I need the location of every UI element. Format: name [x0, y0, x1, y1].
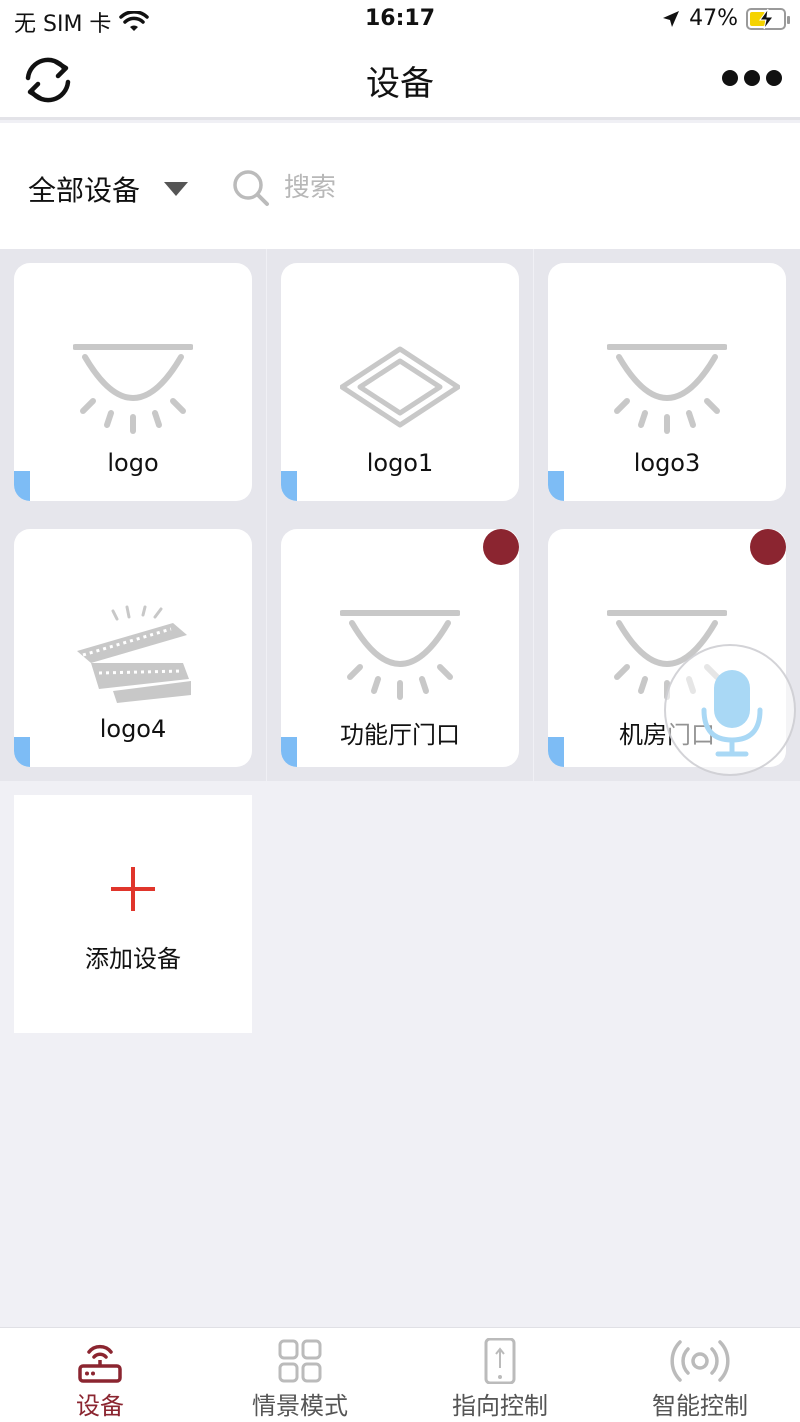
broadcast-icon — [670, 1340, 730, 1382]
device-cell: logo3 — [534, 249, 800, 515]
device-cell: logo1 — [267, 249, 533, 515]
location-arrow-icon — [663, 10, 680, 27]
tab-devices[interactable]: 设备 — [0, 1328, 200, 1422]
ceiling-light-icon — [73, 344, 193, 434]
tab-label: 智能控制 — [652, 1392, 748, 1420]
page-title: 设备 — [366, 64, 434, 104]
device-label: 功能厅门口 — [340, 721, 460, 749]
search-input[interactable] — [284, 173, 584, 203]
add-device-button[interactable]: 添加设备 — [14, 795, 252, 1033]
plus-icon — [111, 867, 155, 911]
device-filter-dropdown[interactable]: 全部设备 — [28, 169, 189, 209]
ceiling-light-icon — [340, 610, 460, 700]
voice-input-button[interactable] — [664, 644, 796, 776]
device-card[interactable]: 功能厅门口 — [281, 529, 519, 767]
microphone-icon — [701, 670, 763, 757]
search-icon — [233, 170, 269, 206]
battery-icon — [746, 7, 790, 30]
device-card[interactable]: logo1 — [281, 263, 519, 501]
phone-point-icon — [484, 1338, 516, 1384]
device-label: logo — [107, 449, 159, 477]
tab-label: 指向控制 — [452, 1392, 548, 1420]
search-box[interactable] — [232, 169, 584, 207]
tab-scenes[interactable]: 情景模式 — [200, 1328, 400, 1422]
device-card[interactable]: logo3 — [548, 263, 786, 501]
tab-label: 设备 — [76, 1392, 124, 1420]
light-strip-icon — [77, 605, 191, 703]
more-button[interactable] — [722, 62, 782, 94]
panel-light-icon — [340, 346, 460, 428]
tab-pointing-control[interactable]: 指向控制 — [400, 1328, 600, 1422]
notification-badge — [483, 529, 519, 565]
ceiling-light-icon — [607, 344, 727, 434]
status-bar: 无 SIM 卡 16:17 47% — [0, 0, 800, 40]
status-strip — [281, 737, 297, 767]
more-dot-icon — [744, 70, 760, 86]
status-strip — [281, 471, 297, 501]
status-strip — [548, 471, 564, 501]
status-strip — [548, 737, 564, 767]
device-card[interactable]: logo — [14, 263, 252, 501]
charging-bolt-icon — [759, 8, 774, 29]
tab-smart-control[interactable]: 智能控制 — [600, 1328, 800, 1422]
router-icon — [78, 1344, 122, 1383]
filter-bar: 全部设备 — [0, 123, 800, 249]
device-cell: logo — [0, 249, 266, 515]
device-cell: logo4 — [0, 515, 266, 781]
status-right: 47% — [661, 6, 790, 31]
device-cell: 功能厅门口 — [267, 515, 533, 781]
more-dot-icon — [766, 70, 782, 86]
tab-label: 情景模式 — [252, 1392, 348, 1420]
grid-icon — [278, 1339, 322, 1383]
device-card[interactable]: logo4 — [14, 529, 252, 767]
status-strip — [14, 737, 30, 767]
tab-bar: 设备 情景模式 指向控制 智能控制 — [0, 1327, 800, 1422]
nav-bar: 设备 — [0, 40, 800, 120]
device-label: logo4 — [99, 715, 167, 743]
device-label: logo3 — [633, 449, 701, 477]
status-strip — [14, 471, 30, 501]
caret-down-icon — [164, 182, 189, 196]
filter-label: 全部设备 — [28, 174, 141, 207]
battery-percent: 47% — [689, 6, 738, 31]
notification-badge — [750, 529, 786, 565]
add-device-label: 添加设备 — [85, 945, 181, 973]
more-dot-icon — [722, 70, 738, 86]
device-label: logo1 — [366, 449, 434, 477]
